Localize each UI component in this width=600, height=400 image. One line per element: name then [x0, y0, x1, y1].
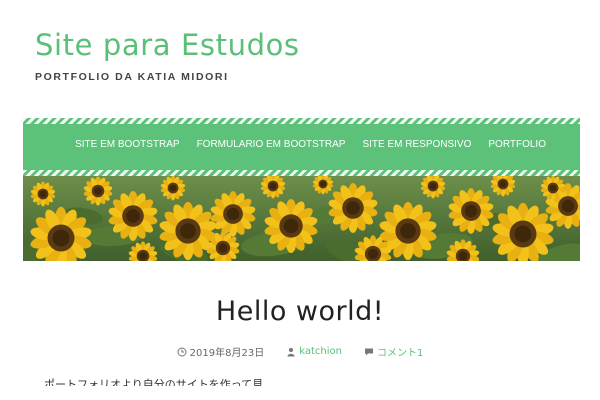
post-meta: 2019年8月23日 katchion コメント1 — [0, 344, 600, 359]
post-title[interactable]: Hello world! — [0, 296, 600, 327]
nav-item-formulario-em-bootstrap[interactable]: FORMULARIO EM BOOTSTRAP — [197, 139, 346, 150]
sunflower-field-image — [23, 176, 580, 261]
post-comments: コメント1 — [364, 344, 423, 359]
header-banner-image — [23, 176, 580, 261]
site-tagline: PORTFOLIO DA KATIA MIDORI — [35, 71, 229, 83]
nav-menu: SITE EM BOOTSTRAP FORMULARIO EM BOOTSTRA… — [23, 139, 546, 150]
post-excerpt: ポートフォリオより自分のサイトを作って見 — [44, 378, 264, 386]
main-navigation: SITE EM BOOTSTRAP FORMULARIO EM BOOTSTRA… — [23, 118, 580, 176]
site-header: Site para Estudos PORTFOLIO DA KATIA MID… — [35, 28, 300, 83]
comment-icon — [364, 347, 374, 357]
post-date-text[interactable]: 2019年8月23日 — [190, 344, 265, 359]
user-icon — [286, 347, 296, 357]
post-author-link[interactable]: katchion — [299, 346, 342, 357]
nav-top-stripe — [23, 118, 580, 124]
nav-item-site-em-bootstrap[interactable]: SITE EM BOOTSTRAP — [75, 139, 179, 150]
post-comments-link[interactable]: コメント1 — [377, 344, 423, 359]
clock-icon — [177, 347, 187, 357]
nav-item-site-em-responsivo[interactable]: SITE EM RESPONSIVO — [362, 139, 471, 150]
post-author: katchion — [286, 346, 342, 357]
post-date: 2019年8月23日 — [177, 344, 265, 359]
site-title[interactable]: Site para Estudos — [35, 28, 300, 62]
nav-item-portfolio[interactable]: PORTFOLIO — [488, 139, 546, 150]
